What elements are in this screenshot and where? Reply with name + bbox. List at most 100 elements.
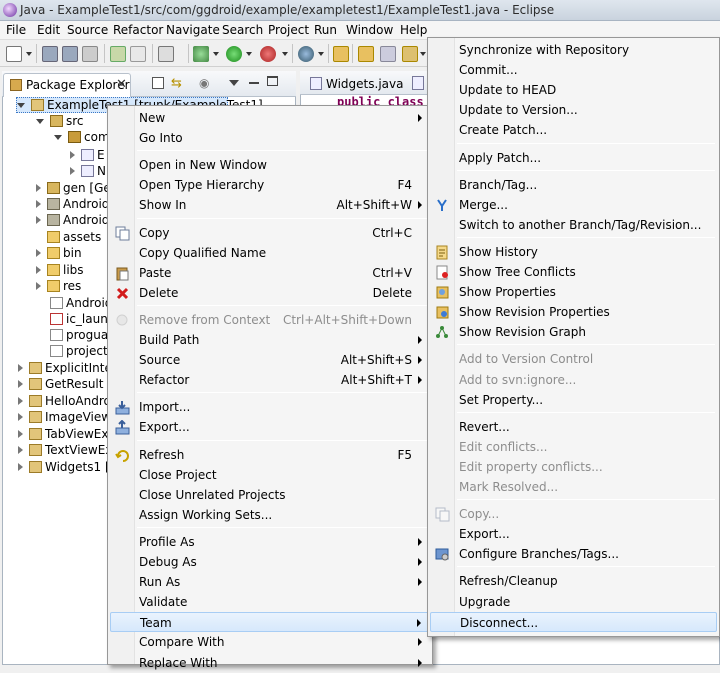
run-dropdown-icon[interactable] bbox=[246, 52, 252, 56]
menu-item-replace-with[interactable]: Replace With bbox=[110, 653, 430, 673]
menu-item-show-properties[interactable]: Show Properties bbox=[430, 282, 717, 302]
tree-item-project[interactable]: HelloAndro bbox=[18, 394, 111, 410]
tree-item-assets[interactable]: assets bbox=[47, 230, 101, 246]
menu-item-open-type-hierarchy[interactable]: Open Type Hierarchy F4 bbox=[110, 175, 430, 195]
collapse-arrow-icon[interactable] bbox=[36, 216, 41, 224]
run-external-icon[interactable] bbox=[260, 46, 276, 62]
tree-item-project[interactable]: TextViewEx bbox=[18, 443, 112, 459]
menu-item-import[interactable]: Import... bbox=[110, 397, 430, 417]
pencil-dropdown-icon[interactable] bbox=[420, 52, 426, 56]
menu-item-show-tree-conflicts[interactable]: Show Tree Conflicts bbox=[430, 262, 717, 282]
menu-item-paste[interactable]: Paste Ctrl+V bbox=[110, 263, 430, 283]
menu-item-build-path[interactable]: Build Path bbox=[110, 330, 430, 350]
tree-item-java-file[interactable]: E bbox=[70, 148, 105, 164]
view-dropdown-icon[interactable] bbox=[229, 80, 239, 86]
tree-item-project[interactable]: TabViewExa bbox=[18, 427, 116, 443]
tree-item-project[interactable]: ExplicitInter bbox=[18, 361, 117, 377]
expand-arrow-icon[interactable] bbox=[17, 103, 25, 108]
java-file-icon[interactable] bbox=[412, 76, 424, 90]
tree-item-project[interactable]: GetResult [t bbox=[18, 377, 117, 393]
menu-item-refactor[interactable]: Refactor Alt+Shift+T bbox=[110, 370, 430, 390]
save-icon[interactable] bbox=[42, 46, 58, 62]
tree-item-bin[interactable]: bin bbox=[36, 246, 82, 262]
menu-item-delete[interactable]: Delete Delete bbox=[110, 283, 430, 303]
new-java-dropdown-icon[interactable] bbox=[318, 52, 324, 56]
tree-item-manifest[interactable]: Android bbox=[50, 296, 112, 312]
tree-item-package[interactable]: com bbox=[54, 130, 110, 146]
menu-item-copy-qualified-name[interactable]: Copy Qualified Name bbox=[110, 243, 430, 263]
minimize-icon[interactable] bbox=[249, 82, 259, 84]
collapse-arrow-icon[interactable] bbox=[18, 430, 23, 438]
new-icon[interactable] bbox=[6, 46, 22, 62]
close-icon[interactable]: ✕ bbox=[116, 77, 127, 92]
print-icon[interactable] bbox=[82, 46, 98, 62]
pencil-icon[interactable] bbox=[402, 46, 418, 62]
menu-file[interactable]: File bbox=[6, 23, 26, 37]
collapse-arrow-icon[interactable] bbox=[18, 380, 23, 388]
menu-item-debug-as[interactable]: Debug As bbox=[110, 552, 430, 572]
collapse-arrow-icon[interactable] bbox=[36, 266, 41, 274]
menu-item-commit[interactable]: Commit... bbox=[430, 60, 717, 80]
menu-item-refresh-cleanup[interactable]: Refresh/Cleanup bbox=[430, 571, 717, 591]
menu-item-copy[interactable]: Copy Ctrl+C bbox=[110, 223, 430, 243]
menu-item-switch-to-another-branch-tag-revision[interactable]: Switch to another Branch/Tag/Revision... bbox=[430, 215, 717, 235]
menu-edit[interactable]: Edit bbox=[37, 23, 60, 37]
menu-item-profile-as[interactable]: Profile As bbox=[110, 532, 430, 552]
save-all-icon[interactable] bbox=[62, 46, 78, 62]
android-sdk-icon[interactable] bbox=[110, 46, 126, 62]
collapse-arrow-icon[interactable] bbox=[18, 413, 23, 421]
tree-item-res[interactable]: res bbox=[36, 279, 81, 295]
tree-item-gen[interactable]: gen [Ge bbox=[36, 181, 111, 197]
tree-item-proguard[interactable]: proguar bbox=[50, 328, 113, 344]
menu-item-upgrade[interactable]: Upgrade bbox=[430, 592, 717, 612]
menu-item-show-revision-properties[interactable]: Show Revision Properties bbox=[430, 302, 717, 322]
menu-item-create-patch[interactable]: Create Patch... bbox=[430, 120, 717, 140]
tree-item-icon-file[interactable]: ic_launc bbox=[50, 312, 114, 328]
tree-item-library[interactable]: Android bbox=[36, 213, 109, 229]
menu-item-branch-tag[interactable]: Branch/Tag... bbox=[430, 175, 717, 195]
menu-item-set-property[interactable]: Set Property... bbox=[430, 390, 717, 410]
expand-arrow-icon[interactable] bbox=[54, 135, 62, 140]
tree-item-java-file[interactable]: N bbox=[70, 164, 106, 180]
menu-source[interactable]: Source bbox=[67, 23, 108, 37]
avd-icon[interactable] bbox=[130, 46, 146, 62]
menu-item-merge[interactable]: Merge... bbox=[430, 195, 717, 215]
tab-widgets-java[interactable]: Widgets.java bbox=[306, 73, 406, 95]
tree-item-project[interactable]: Widgets1 [t bbox=[18, 460, 114, 476]
debug-icon[interactable] bbox=[193, 46, 209, 62]
menu-search[interactable]: Search bbox=[222, 23, 263, 37]
collapse-arrow-icon[interactable] bbox=[36, 249, 41, 257]
menu-item-team[interactable]: Team bbox=[110, 612, 430, 633]
menu-item-revert[interactable]: Revert... bbox=[430, 417, 717, 437]
menu-refactor[interactable]: Refactor bbox=[113, 23, 163, 37]
collapse-arrow-icon[interactable] bbox=[70, 167, 75, 175]
tree-item-project[interactable]: ImageView bbox=[18, 410, 111, 426]
new-dropdown-icon[interactable] bbox=[26, 52, 32, 56]
view-menu-icon[interactable]: ◉ bbox=[199, 76, 213, 90]
collapse-all-icon[interactable] bbox=[152, 77, 164, 89]
collapse-arrow-icon[interactable] bbox=[36, 200, 41, 208]
open-folder-icon[interactable] bbox=[358, 46, 374, 62]
menu-item-show-history[interactable]: Show History bbox=[430, 242, 717, 262]
menu-item-new[interactable]: New bbox=[110, 108, 430, 128]
expand-arrow-icon[interactable] bbox=[36, 119, 44, 124]
tree-item-library[interactable]: Android bbox=[36, 197, 109, 213]
menu-item-run-as[interactable]: Run As bbox=[110, 572, 430, 592]
menu-item-export[interactable]: Export... bbox=[110, 417, 430, 437]
menu-item-open-in-new-window[interactable]: Open in New Window bbox=[110, 155, 430, 175]
menu-item-synchronize-with-repository[interactable]: Synchronize with Repository bbox=[430, 40, 717, 60]
external-tools-icon[interactable] bbox=[158, 46, 174, 62]
menu-item-update-to-head[interactable]: Update to HEAD bbox=[430, 80, 717, 100]
menu-item-show-in[interactable]: Show In Alt+Shift+W bbox=[110, 195, 430, 215]
search-icon[interactable] bbox=[380, 46, 396, 62]
menu-project[interactable]: Project bbox=[268, 23, 309, 37]
open-type-icon[interactable] bbox=[333, 46, 349, 62]
tab-package-explorer[interactable]: Package Explorer ✕ bbox=[3, 73, 131, 97]
run-external-dropdown-icon[interactable] bbox=[282, 52, 288, 56]
collapse-arrow-icon[interactable] bbox=[36, 184, 41, 192]
menu-item-go-into[interactable]: Go Into bbox=[110, 128, 430, 148]
tree-item-libs[interactable]: libs bbox=[36, 263, 84, 279]
menu-help[interactable]: Help bbox=[400, 23, 427, 37]
debug-dropdown-icon[interactable] bbox=[213, 52, 219, 56]
tree-item-src[interactable]: src bbox=[36, 114, 84, 130]
